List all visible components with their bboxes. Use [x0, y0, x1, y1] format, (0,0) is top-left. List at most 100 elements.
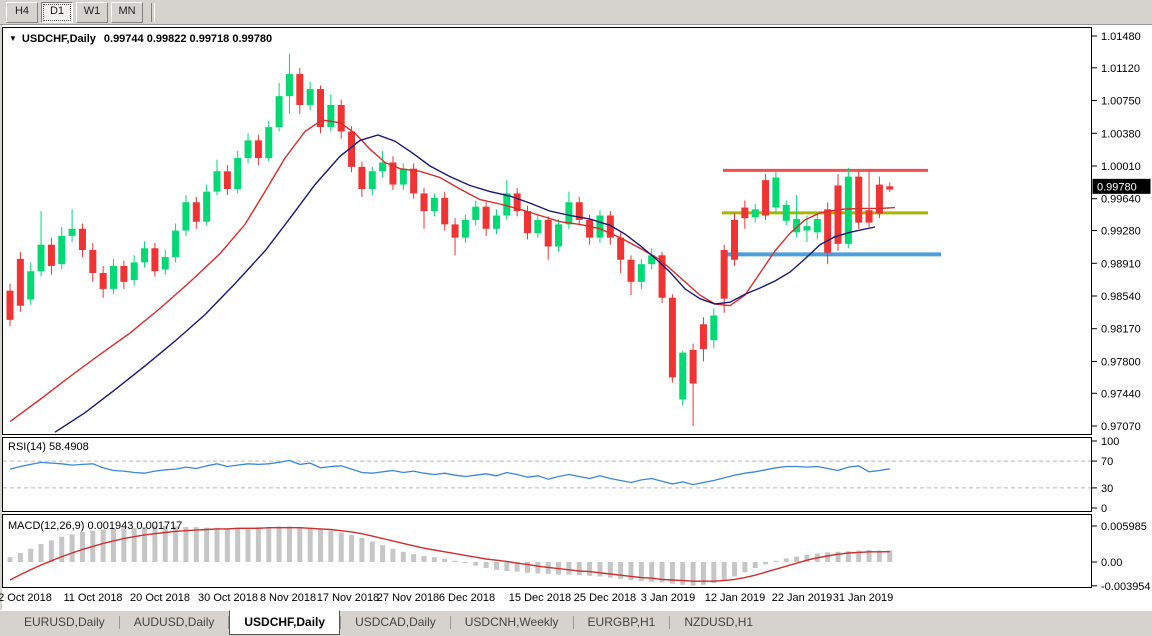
- macd-bar: [235, 528, 240, 562]
- macd-bar: [629, 562, 634, 580]
- price-axis-label: 1.01120: [1101, 63, 1140, 75]
- ohlc-values: 0.99744 0.99822 0.99718 0.99780: [104, 33, 272, 45]
- macd-bar: [59, 537, 64, 562]
- macd-bar: [587, 562, 592, 576]
- candle: [17, 252, 24, 312]
- date-axis-label: 30 Oct 2018: [198, 592, 258, 604]
- macd-bar: [266, 527, 271, 562]
- macd-bar: [535, 562, 540, 573]
- price-axis-label: 0.99280: [1101, 226, 1141, 238]
- price-axis-label: 1.00380: [1101, 128, 1141, 140]
- date-axis-label: 6 Dec 2018: [439, 592, 495, 604]
- date-axis-label: 15 Dec 2018: [509, 592, 571, 604]
- current-price-value: 0.99780: [1097, 181, 1137, 193]
- macd-bar: [246, 528, 251, 562]
- macd-bar: [742, 562, 747, 572]
- timeframe-button-mn[interactable]: MN: [111, 2, 143, 23]
- macd-bar: [753, 562, 758, 568]
- price-axis-label: 1.00750: [1101, 96, 1141, 108]
- chart-title-row: ▼USDCHF,Daily0.99744 0.99822 0.99718 0.9…: [9, 33, 272, 45]
- macd-bar: [784, 558, 789, 562]
- timeframe-button-d1[interactable]: D1: [41, 2, 73, 23]
- candle: [835, 174, 842, 251]
- macd-bar: [204, 528, 209, 562]
- macd-bar: [194, 527, 199, 562]
- macd-bar: [121, 528, 126, 562]
- macd-bar: [287, 527, 292, 562]
- macd-bar: [370, 542, 375, 562]
- macd-indicator-label: MACD(12,26,9) 0.001943 0.001717: [8, 520, 182, 532]
- macd-bar: [597, 562, 602, 576]
- macd-bar: [183, 527, 188, 562]
- candle: [679, 351, 686, 406]
- timeframe-button-h4[interactable]: H4: [6, 2, 38, 23]
- macd-bar: [794, 557, 799, 562]
- rsi-axis-label: 30: [1101, 483, 1113, 495]
- macd-bar: [618, 562, 623, 579]
- macd-bar: [825, 552, 830, 562]
- macd-bar: [401, 552, 406, 562]
- timeframe-button-w1[interactable]: W1: [76, 2, 108, 23]
- macd-bar: [722, 562, 727, 580]
- date-axis-label: 25 Dec 2018: [574, 592, 636, 604]
- macd-bar: [473, 562, 478, 566]
- price-axis-label: 0.97070: [1101, 421, 1141, 433]
- macd-bar: [215, 528, 220, 562]
- macd-bar: [732, 562, 737, 576]
- date-axis[interactable]: 2 Oct 201811 Oct 201820 Oct 201830 Oct 2…: [0, 592, 893, 604]
- candle: [772, 171, 779, 213]
- macd-bar: [680, 562, 685, 585]
- price-axis-label: 0.97440: [1101, 388, 1141, 400]
- candle: [410, 163, 417, 198]
- timeframe-toolbar: H4D1W1MN: [0, 0, 1152, 25]
- macd-bar: [484, 562, 489, 568]
- tab-usdcnh-weekly[interactable]: USDCNH,Weekly: [451, 611, 573, 634]
- macd-bar: [763, 562, 768, 564]
- macd-bar: [328, 531, 333, 562]
- candle: [731, 213, 738, 266]
- macd-bar: [608, 562, 613, 578]
- macd-axis-label: -0.003954: [1101, 581, 1151, 593]
- macd-bar: [308, 528, 313, 562]
- macd-bar: [28, 549, 33, 562]
- macd-bar: [39, 544, 44, 562]
- macd-bar: [277, 527, 282, 562]
- macd-bar: [318, 529, 323, 562]
- tab-usdchf-daily[interactable]: USDCHF,Daily: [229, 610, 340, 635]
- rsi-panel[interactable]: [3, 438, 1092, 512]
- price-axis-label: 0.98540: [1101, 291, 1141, 303]
- date-axis-label: 8 Nov 2018: [260, 592, 316, 604]
- price-axis-label: 0.98170: [1101, 324, 1141, 336]
- tab-eurgbp-h1[interactable]: EURGBP,H1: [574, 611, 670, 634]
- macd-bar: [8, 557, 13, 562]
- date-axis-label: 11 Oct 2018: [63, 592, 122, 604]
- macd-bar: [390, 549, 395, 562]
- macd-bar: [349, 535, 354, 562]
- chart-tabs-bar: EURUSD,DailyAUDUSD,DailyUSDCHF,DailyUSDC…: [0, 610, 1152, 636]
- symbol-dropdown-icon[interactable]: ▼: [9, 34, 17, 43]
- macd-bar: [142, 527, 147, 562]
- tab-usdcad-daily[interactable]: USDCAD,Daily: [341, 611, 450, 634]
- tab-audusd-daily[interactable]: AUDUSD,Daily: [120, 611, 229, 634]
- rsi-axis-label: 0: [1101, 503, 1107, 515]
- price-axis-label: 0.97800: [1101, 356, 1141, 368]
- macd-bar: [773, 561, 778, 562]
- toolbar-divider: [151, 3, 155, 22]
- date-axis-label: 17 Nov 2018: [317, 592, 379, 604]
- macd-bar: [494, 562, 499, 570]
- date-axis-label: 12 Jan 2019: [705, 592, 766, 604]
- macd-axis-label: 0.005985: [1101, 521, 1147, 533]
- tab-nzdusd-h1[interactable]: NZDUSD,H1: [670, 611, 767, 634]
- candle: [845, 168, 852, 248]
- price-axis-label: 1.01480: [1101, 31, 1141, 43]
- macd-bar: [132, 528, 137, 562]
- candle: [855, 171, 862, 228]
- price-axis-label: 0.98910: [1101, 258, 1141, 270]
- tab-eurusd-daily[interactable]: EURUSD,Daily: [10, 611, 119, 634]
- macd-bar: [504, 562, 509, 571]
- date-axis-label: 2 Oct 2018: [0, 592, 52, 604]
- chart-canvas[interactable]: 1.014801.011201.007501.003801.000100.996…: [0, 0, 1152, 636]
- macd-bar: [359, 538, 364, 562]
- macd-bar: [463, 562, 468, 563]
- candle: [669, 294, 676, 382]
